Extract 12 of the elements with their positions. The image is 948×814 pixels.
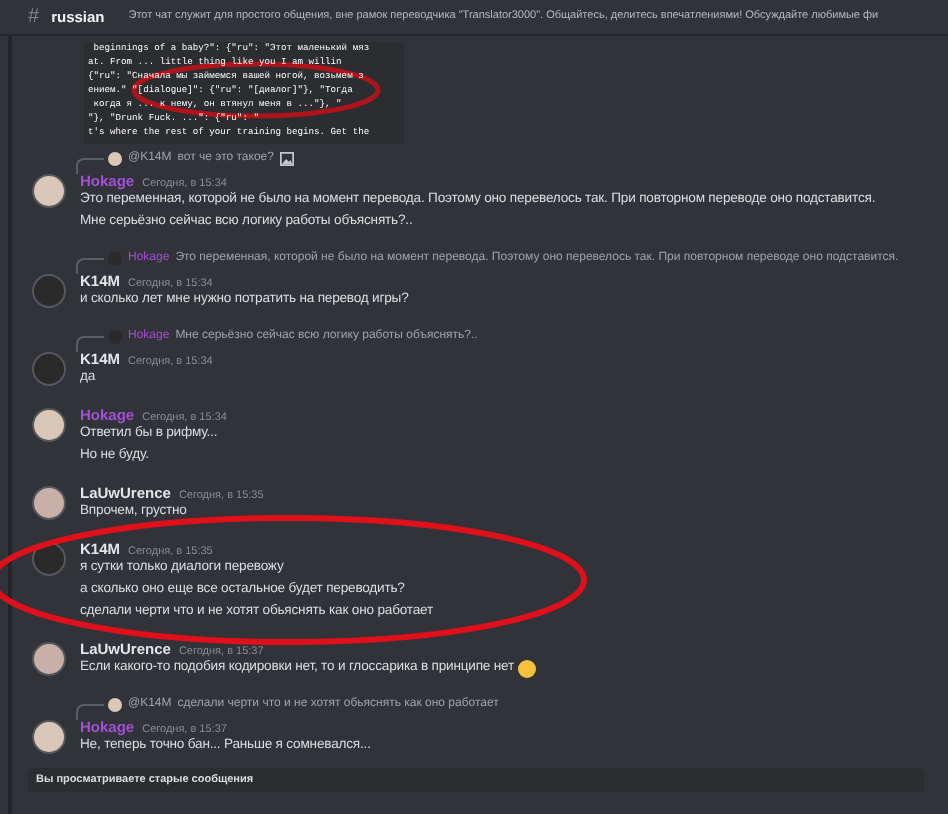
reply-connector [76, 704, 104, 720]
reply-avatar [108, 152, 122, 166]
user-avatar[interactable] [32, 642, 66, 676]
reply-avatar [108, 698, 122, 712]
reply-connector [76, 158, 104, 174]
reply-connector [76, 336, 104, 352]
user-avatar[interactable] [32, 720, 66, 754]
user-avatar[interactable] [32, 486, 66, 520]
user-avatar[interactable] [32, 174, 66, 208]
reply-connector [76, 258, 104, 274]
user-avatar[interactable] [32, 408, 66, 442]
hash-icon: # [28, 2, 40, 32]
